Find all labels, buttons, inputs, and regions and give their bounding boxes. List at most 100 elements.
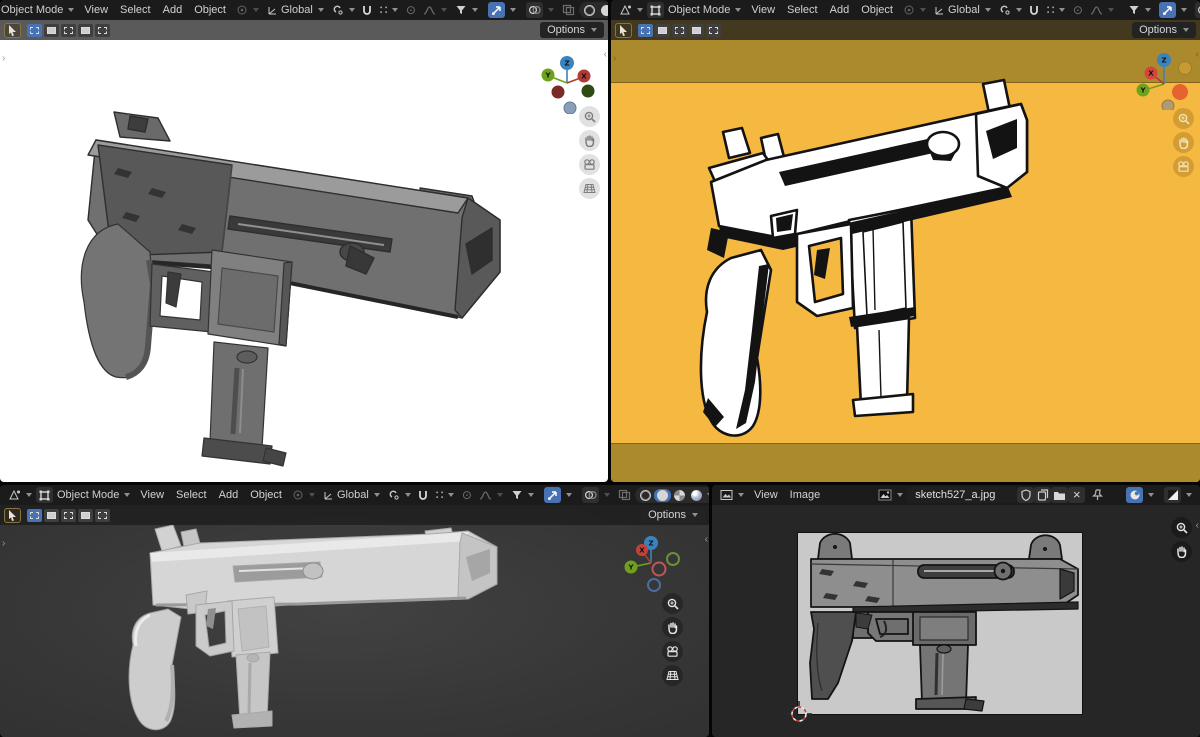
image-browse-dropdown[interactable] bbox=[874, 487, 907, 503]
snap-target-dropdown[interactable] bbox=[995, 2, 1026, 18]
zoom-icon[interactable] bbox=[1173, 108, 1194, 129]
select-mode-invert[interactable] bbox=[78, 23, 93, 37]
menu-view[interactable]: View bbox=[134, 489, 170, 501]
shading-dropdown[interactable] bbox=[707, 493, 709, 497]
select-mode-intersect[interactable] bbox=[95, 23, 110, 37]
menu-view[interactable]: View bbox=[748, 489, 784, 501]
sidebar-toggle[interactable]: ‹ bbox=[604, 50, 607, 60]
overlays-dropdown[interactable] bbox=[578, 487, 614, 503]
zoom-icon[interactable] bbox=[662, 593, 683, 614]
select-mode-invert[interactable] bbox=[78, 508, 93, 522]
editor-type-dropdown[interactable] bbox=[716, 487, 748, 503]
shading-solid[interactable] bbox=[654, 488, 672, 502]
active-tool-button[interactable] bbox=[615, 22, 632, 38]
snap-mode-dropdown[interactable]: ∷ bbox=[432, 487, 459, 503]
reference-image[interactable] bbox=[798, 532, 1082, 714]
gun-model-rendered[interactable] bbox=[0, 20, 608, 482]
display-channels-dropdown[interactable] bbox=[1122, 487, 1158, 503]
options-dropdown[interactable]: Options bbox=[1132, 22, 1196, 38]
viewport-canvas-toon[interactable]: Options Z Y X › ‹ bbox=[611, 20, 1200, 482]
overlays-toggle[interactable] bbox=[582, 487, 600, 503]
falloff-dropdown[interactable] bbox=[475, 487, 507, 503]
pin-toggle[interactable] bbox=[1089, 487, 1106, 503]
navigation-gizmo[interactable]: Z Y X bbox=[536, 52, 598, 114]
fake-user-toggle[interactable] bbox=[1017, 487, 1035, 503]
select-mode-new[interactable] bbox=[27, 23, 42, 37]
mode-dropdown[interactable]: Object Mode bbox=[53, 487, 134, 503]
menu-object[interactable]: Object bbox=[244, 489, 288, 501]
new-image-button[interactable] bbox=[1034, 487, 1052, 503]
options-dropdown[interactable]: Options bbox=[540, 22, 604, 38]
gizmos-dropdown[interactable] bbox=[1155, 2, 1191, 18]
select-mode-subtract[interactable] bbox=[61, 508, 76, 522]
snap-mode-dropdown[interactable]: ∷ bbox=[376, 2, 403, 18]
gizmo-toggle[interactable] bbox=[544, 487, 562, 503]
falloff-dropdown[interactable] bbox=[1086, 2, 1118, 18]
toolbar-toggle[interactable]: › bbox=[2, 54, 5, 64]
snap-mode-dropdown[interactable]: ∷ bbox=[1043, 2, 1070, 18]
filter-dropdown[interactable] bbox=[451, 2, 482, 18]
overlays-toggle[interactable] bbox=[1195, 2, 1200, 18]
channels-toggle[interactable] bbox=[1126, 487, 1143, 503]
snap-magnet-toggle[interactable] bbox=[1026, 2, 1043, 18]
image-editor-canvas[interactable]: ‹ bbox=[712, 505, 1200, 737]
ortho-grid-icon[interactable] bbox=[579, 178, 600, 199]
filter-dropdown[interactable] bbox=[507, 487, 538, 503]
select-mode-intersect[interactable] bbox=[95, 508, 110, 522]
select-mode-extend[interactable] bbox=[44, 508, 59, 522]
select-mode-extend[interactable] bbox=[44, 23, 59, 37]
shading-wireframe[interactable] bbox=[637, 489, 654, 502]
menu-object[interactable]: Object bbox=[188, 4, 232, 16]
editor-type-dropdown[interactable] bbox=[615, 2, 647, 18]
pan-hand-icon[interactable] bbox=[1171, 541, 1192, 562]
orientation-dropdown[interactable]: Global bbox=[319, 487, 384, 503]
toolbar-toggle[interactable]: › bbox=[2, 539, 5, 549]
menu-select[interactable]: Select bbox=[781, 4, 824, 16]
toolbar-toggle[interactable]: › bbox=[613, 54, 616, 64]
sidebar-toggle[interactable]: ‹ bbox=[1196, 50, 1199, 60]
shading-solid[interactable] bbox=[598, 4, 608, 17]
camera-view-icon[interactable] bbox=[1173, 156, 1194, 177]
menu-select[interactable]: Select bbox=[170, 489, 213, 501]
select-mode-subtract[interactable] bbox=[61, 23, 76, 37]
open-image-button[interactable] bbox=[1051, 487, 1069, 503]
camera-view-icon[interactable] bbox=[579, 154, 600, 175]
editor-type-dropdown[interactable] bbox=[4, 487, 36, 503]
image-name-field[interactable]: sketch527_a.jpg bbox=[907, 487, 1018, 503]
ortho-grid-icon[interactable] bbox=[662, 665, 683, 686]
transform-pivot-dropdown[interactable] bbox=[232, 2, 263, 18]
proportional-edit-toggle[interactable]: ⊙ bbox=[1069, 2, 1086, 18]
select-mode-extend[interactable] bbox=[655, 23, 670, 37]
select-mode-new[interactable] bbox=[27, 508, 42, 522]
shading-material[interactable] bbox=[671, 489, 688, 502]
proportional-edit-toggle[interactable]: ⊙ bbox=[402, 2, 419, 18]
snap-magnet-toggle[interactable] bbox=[415, 487, 432, 503]
camera-view-icon[interactable] bbox=[662, 641, 683, 662]
falloff-dropdown[interactable] bbox=[419, 2, 451, 18]
select-mode-new[interactable] bbox=[638, 23, 653, 37]
shading-wireframe[interactable] bbox=[581, 4, 598, 17]
gizmos-dropdown[interactable] bbox=[484, 2, 520, 18]
pan-hand-icon[interactable] bbox=[1173, 132, 1194, 153]
menu-image[interactable]: Image bbox=[784, 489, 827, 501]
menu-add[interactable]: Add bbox=[824, 4, 856, 16]
shading-rendered[interactable] bbox=[688, 489, 705, 502]
select-mode-intersect[interactable] bbox=[706, 23, 721, 37]
menu-view[interactable]: View bbox=[745, 4, 781, 16]
select-mode-subtract[interactable] bbox=[672, 23, 687, 37]
transform-pivot-dropdown[interactable] bbox=[288, 487, 319, 503]
menu-view[interactable]: View bbox=[78, 4, 114, 16]
unlink-image-button[interactable]: × bbox=[1068, 487, 1086, 503]
mode-dropdown[interactable]: Object Mode bbox=[0, 2, 78, 18]
menu-object[interactable]: Object bbox=[855, 4, 899, 16]
filter-dropdown[interactable] bbox=[1124, 2, 1155, 18]
active-tool-button[interactable] bbox=[4, 22, 21, 38]
display-mode-dropdown[interactable] bbox=[1160, 487, 1196, 503]
xray-toggle[interactable] bbox=[616, 487, 633, 503]
gizmo-toggle[interactable] bbox=[1159, 2, 1177, 18]
sidebar-toggle[interactable]: ‹ bbox=[1196, 521, 1199, 531]
navigation-gizmo[interactable]: Z Y X bbox=[1130, 48, 1192, 110]
navigation-gizmo[interactable]: Z Y X bbox=[621, 533, 683, 595]
orientation-dropdown[interactable]: Global bbox=[930, 2, 995, 18]
snap-magnet-toggle[interactable] bbox=[359, 2, 376, 18]
